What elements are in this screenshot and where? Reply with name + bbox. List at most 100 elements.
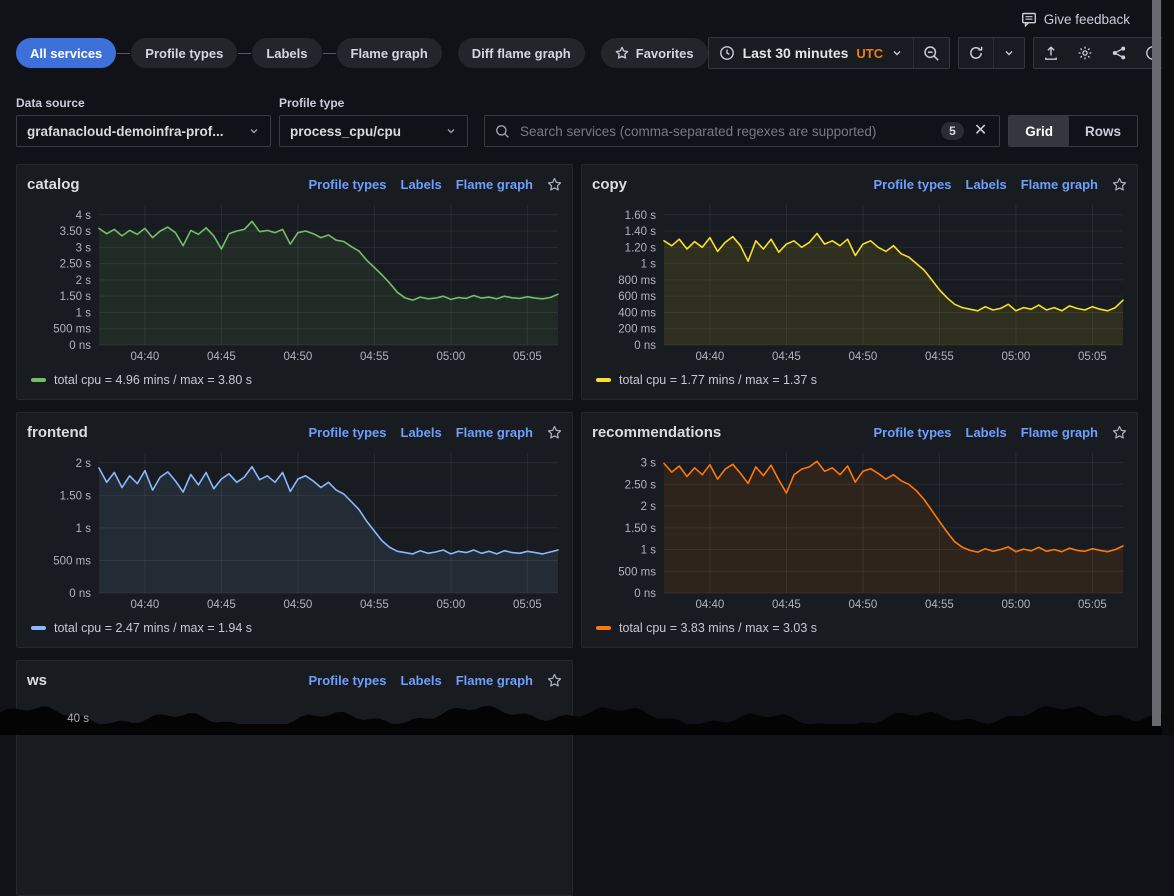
nav-pill-label: Diff flame graph [472, 46, 571, 61]
toggle-rows[interactable]: Rows [1069, 116, 1137, 146]
refresh-interval-button[interactable] [994, 38, 1024, 68]
legend-swatch [596, 626, 611, 630]
panel-link-labels[interactable]: Labels [401, 177, 442, 192]
upload-icon [1043, 45, 1059, 61]
y-tick-label: 2 s [641, 501, 657, 513]
panel-catalog: catalogProfile typesLabelsFlame graph0 n… [16, 164, 573, 400]
panel-link-flame-graph[interactable]: Flame graph [1021, 425, 1098, 440]
nav-pill-diff-flame-graph[interactable]: Diff flame graph [458, 38, 585, 68]
nav-pill-favorites[interactable]: Favorites [601, 38, 708, 68]
panel-link-profile-types[interactable]: Profile types [873, 425, 951, 440]
legend-swatch [31, 626, 46, 630]
time-range-button[interactable]: Last 30 minutes UTC [709, 38, 914, 68]
share-button[interactable] [1102, 38, 1136, 68]
panel-link-flame-graph[interactable]: Flame graph [1021, 177, 1098, 192]
x-tick-label: 04:50 [849, 351, 878, 363]
profile-type-value: process_cpu/cpu [290, 124, 401, 139]
legend-item[interactable]: total cpu = 2.47 mins / max = 1.94 s [27, 621, 562, 635]
panel-links: Profile types Labels Flame graph [873, 177, 1127, 192]
gear-icon [1077, 45, 1093, 61]
panel-link-flame-graph[interactable]: Flame graph [456, 425, 533, 440]
y-tick-label: 1 s [76, 307, 92, 319]
toggle-grid[interactable]: Grid [1009, 116, 1069, 146]
panel-header: frontend Profile types Labels Flame graph [27, 419, 562, 445]
share-alt-icon [1111, 45, 1127, 61]
panel-link-labels[interactable]: Labels [401, 673, 442, 688]
series-area [664, 461, 1123, 593]
series-area [664, 234, 1123, 346]
y-tick-label: 2 s [76, 275, 92, 287]
explore-nav: All services Profile types Labels Flame … [16, 38, 708, 68]
x-tick-label: 04:50 [284, 351, 313, 363]
pill-connector [323, 53, 336, 54]
y-tick-label: 0 ns [634, 340, 656, 352]
search-input[interactable] [518, 123, 933, 140]
panel-title: frontend [27, 424, 88, 441]
settings-button[interactable] [1068, 38, 1102, 68]
panel-link-profile-types[interactable]: Profile types [308, 425, 386, 440]
panel-frontend: frontend Profile types Labels Flame graph 0 … [16, 412, 573, 648]
give-feedback-button[interactable]: Give feedback [1021, 11, 1130, 27]
refresh-button[interactable] [959, 38, 993, 68]
misc-actions-group [1033, 37, 1171, 69]
timeseries-chart[interactable]: 0 ns500 ms1 s1.50 s2 s04:4004:4504:5004:… [27, 447, 564, 615]
pill-connector [117, 53, 130, 54]
service-panels-grid: catalog Profile types Labels Flame graph 0 n… [16, 164, 1138, 896]
y-tick-label: 500 ms [53, 324, 91, 336]
panel-links: Profile types Labels Flame graph [308, 425, 562, 440]
profile-type-select[interactable]: process_cpu/cpu [279, 115, 468, 147]
panel-link-labels[interactable]: Labels [966, 425, 1007, 440]
nav-pill-labels[interactable]: Labels [252, 38, 321, 68]
datasource-select[interactable]: grafanacloud-demoinfra-prof... [16, 115, 271, 147]
x-tick-label: 04:40 [131, 599, 160, 611]
panel-title: catalog [27, 176, 80, 193]
star-icon[interactable] [1112, 177, 1127, 192]
panel-link-labels[interactable]: Labels [401, 425, 442, 440]
x-tick-label: 04:45 [772, 599, 801, 611]
x-tick-label: 05:05 [513, 351, 542, 363]
panel-link-labels[interactable]: Labels [966, 177, 1007, 192]
legend-label: total cpu = 1.77 mins / max = 1.37 s [619, 373, 817, 387]
timeseries-chart[interactable]: 40 s [27, 695, 562, 855]
x-tick-label: 04:55 [925, 351, 954, 363]
y-tick-label: 3 s [641, 458, 657, 470]
legend-label: total cpu = 3.83 mins / max = 3.03 s [619, 621, 817, 635]
timeseries-chart[interactable]: 0 ns500 ms1 s1.50 s2 s2.50 s3 s04:4004:4… [592, 447, 1129, 615]
panel-header: ws Profile types Labels Flame graph [27, 667, 562, 693]
x-tick-label: 04:40 [696, 351, 725, 363]
give-feedback-label: Give feedback [1044, 12, 1130, 27]
star-icon[interactable] [547, 673, 562, 688]
y-tick-label: 400 ms [618, 307, 656, 319]
scrollbar[interactable] [1152, 0, 1161, 726]
profile-type-field: Profile type process_cpu/cpu [279, 96, 468, 147]
panel-title: ws [27, 672, 47, 689]
y-tick-label: 500 ms [53, 555, 91, 567]
y-tick-label: 1 s [641, 545, 657, 557]
export-button[interactable] [1034, 38, 1068, 68]
y-tick-label: 40 s [27, 713, 89, 725]
legend-item[interactable]: total cpu = 3.83 mins / max = 3.03 s [592, 621, 1127, 635]
toolbar: All services Profile types Labels Flame … [16, 37, 1136, 69]
nav-pill-flame-graph[interactable]: Flame graph [337, 38, 442, 68]
zoom-out-button[interactable] [914, 38, 949, 68]
nav-pill-label: All services [30, 46, 102, 61]
panel-link-profile-types[interactable]: Profile types [308, 673, 386, 688]
panel-link-profile-types[interactable]: Profile types [873, 177, 951, 192]
legend-item[interactable]: total cpu = 1.77 mins / max = 1.37 s [592, 373, 1127, 387]
star-icon[interactable] [1112, 425, 1127, 440]
nav-pill-profile-types[interactable]: Profile types [131, 38, 237, 68]
panel-link-profile-types[interactable]: Profile types [308, 177, 386, 192]
timeseries-chart[interactable]: 0 ns200 ms400 ms600 ms800 ms1 s1.20 s1.4… [592, 199, 1129, 367]
legend-item[interactable]: total cpu = 4.96 mins / max = 3.80 s [27, 373, 562, 387]
star-icon [615, 46, 629, 60]
star-icon[interactable] [547, 425, 562, 440]
panel-link-flame-graph[interactable]: Flame graph [456, 177, 533, 192]
star-icon[interactable] [547, 177, 562, 192]
y-tick-label: 800 ms [618, 275, 656, 287]
timeseries-chart[interactable]: 0 ns500 ms1 s1.50 s2 s2.50 s3 s3.50 s4 s… [27, 199, 564, 367]
panel-header: catalog Profile types Labels Flame graph [27, 171, 562, 197]
panel-link-flame-graph[interactable]: Flame graph [456, 673, 533, 688]
x-tick-label: 04:55 [360, 599, 389, 611]
clear-search-icon[interactable]: ✕ [972, 123, 989, 139]
nav-pill-all-services[interactable]: All services [16, 38, 116, 68]
